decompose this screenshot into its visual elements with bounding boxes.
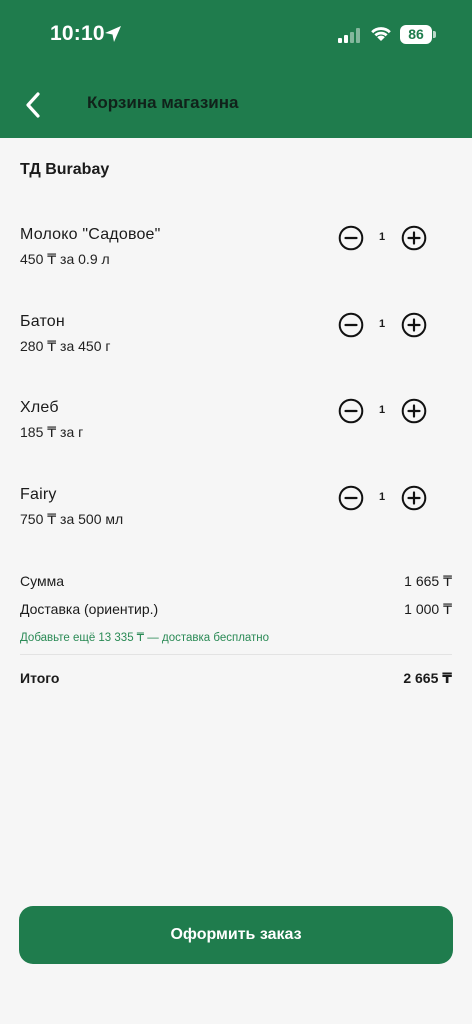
quantity-stepper: 1 bbox=[338, 398, 428, 424]
app-header: 10:10 86 Корзина магазина bbox=[0, 0, 472, 138]
plus-circle-icon[interactable] bbox=[401, 485, 427, 511]
delivery-label: Доставка (ориентир.) bbox=[20, 601, 159, 617]
status-bar: 10:10 86 bbox=[0, 0, 472, 70]
wifi-icon bbox=[371, 27, 391, 41]
minus-circle-icon[interactable] bbox=[338, 312, 364, 338]
cart-item: Хлеб 185 ₸ за г 1 bbox=[0, 398, 472, 459]
item-name: Батон bbox=[20, 313, 65, 330]
page-title: Корзина магазина bbox=[87, 93, 239, 112]
item-name: Fairy bbox=[20, 486, 57, 503]
quantity-stepper: 1 bbox=[338, 312, 428, 338]
total-value: 2 665 ₸ bbox=[403, 670, 452, 686]
quantity-value: 1 bbox=[378, 318, 386, 330]
plus-circle-icon[interactable] bbox=[401, 312, 427, 338]
quantity-value: 1 bbox=[378, 404, 386, 416]
quantity-stepper: 1 bbox=[338, 225, 428, 251]
quantity-value: 1 bbox=[378, 491, 386, 503]
cart-item: Батон 280 ₸ за 450 г 1 bbox=[0, 312, 472, 373]
battery-indicator: 86 bbox=[400, 25, 432, 44]
battery-nub bbox=[433, 31, 436, 38]
location-arrow-icon bbox=[105, 26, 121, 42]
back-button[interactable] bbox=[20, 88, 50, 122]
minus-circle-icon[interactable] bbox=[338, 225, 364, 251]
cart-item: Fairy 750 ₸ за 500 мл 1 bbox=[0, 485, 472, 546]
plus-circle-icon[interactable] bbox=[401, 398, 427, 424]
quantity-value: 1 bbox=[378, 231, 386, 243]
cellular-signal-icon bbox=[338, 28, 360, 43]
item-price: 280 ₸ за 450 г bbox=[20, 338, 111, 354]
divider bbox=[20, 654, 452, 655]
subtotal-label: Сумма bbox=[20, 573, 64, 589]
item-price: 750 ₸ за 500 мл bbox=[20, 511, 124, 527]
quantity-stepper: 1 bbox=[338, 485, 428, 511]
store-name: ТД Burabay bbox=[20, 161, 110, 178]
checkout-button[interactable]: Оформить заказ bbox=[19, 906, 453, 964]
free-delivery-hint: Добавьте ещё 13 335 ₸ — доставка бесплат… bbox=[20, 632, 270, 644]
total-label: Итого bbox=[20, 670, 60, 686]
plus-circle-icon[interactable] bbox=[401, 225, 427, 251]
delivery-value: 1 000 ₸ bbox=[404, 601, 452, 617]
cart-item: Молоко "Садовое" 450 ₸ за 0.9 л 1 bbox=[0, 225, 472, 286]
minus-circle-icon[interactable] bbox=[338, 485, 364, 511]
item-name: Хлеб bbox=[20, 399, 59, 416]
status-time: 10:10 bbox=[50, 22, 105, 45]
minus-circle-icon[interactable] bbox=[338, 398, 364, 424]
item-price: 185 ₸ за г bbox=[20, 424, 84, 440]
item-name: Молоко "Садовое" bbox=[20, 226, 161, 243]
item-price: 450 ₸ за 0.9 л bbox=[20, 251, 110, 267]
subtotal-value: 1 665 ₸ bbox=[404, 573, 452, 589]
